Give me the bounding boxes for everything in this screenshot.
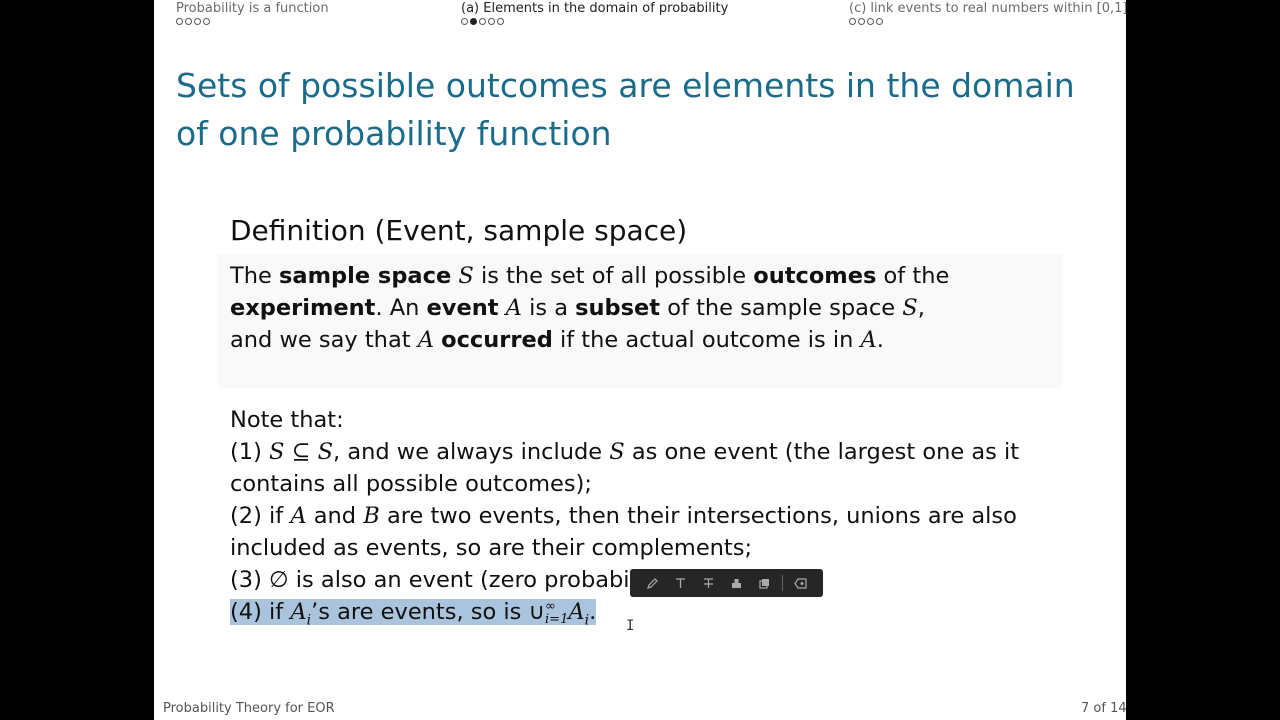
definition-body: The sample space S is the set of all pos… xyxy=(218,254,1062,388)
strikethrough-icon[interactable] xyxy=(694,569,722,597)
nav-dot[interactable] xyxy=(488,18,495,25)
nav-section-2[interactable]: (a) Elements in the domain of probabilit… xyxy=(461,0,728,25)
text: and xyxy=(306,503,364,529)
definition-line-2: experiment. An event A is a subset of th… xyxy=(230,292,1050,324)
nav-dots xyxy=(461,18,728,25)
note-item-1-cont: contains all possible outcomes); xyxy=(230,471,592,497)
text: (2) if xyxy=(230,503,291,529)
bold-term: subset xyxy=(575,295,661,321)
slide: Probability is a function (a) Elements i… xyxy=(154,0,1126,720)
math-symbol: S xyxy=(458,263,474,289)
bold-term: occurred xyxy=(441,327,553,353)
bold-term: experiment xyxy=(230,295,376,321)
annotation-toolbar xyxy=(630,569,823,597)
nav-dot[interactable] xyxy=(176,18,183,25)
pen-icon[interactable] xyxy=(638,569,666,597)
text-cursor-icon: I xyxy=(626,618,635,634)
bold-term: event xyxy=(426,295,499,321)
math-symbol: ∪ xyxy=(528,599,546,625)
tag-icon[interactable] xyxy=(787,569,815,597)
math-symbol: A xyxy=(417,327,434,353)
nav-dot[interactable] xyxy=(479,18,486,25)
nav-dot[interactable] xyxy=(867,18,874,25)
text-icon[interactable] xyxy=(666,569,694,597)
nav-dot[interactable] xyxy=(185,18,192,25)
nav-section-3[interactable]: (c) link events to real numbers within [… xyxy=(849,0,1126,25)
text: (3) xyxy=(230,567,270,593)
nav-dot-current[interactable] xyxy=(470,18,477,25)
definition-title: Definition (Event, sample space) xyxy=(230,214,688,247)
nav-section-title[interactable]: Probability is a function xyxy=(176,0,329,17)
math-symbol: A xyxy=(505,295,522,321)
text: and we say that xyxy=(230,327,418,353)
text: (4) if xyxy=(230,599,291,625)
math-symbol: A xyxy=(290,599,307,625)
nav-section-title[interactable]: (c) link events to real numbers within [… xyxy=(849,0,1126,17)
copy-icon[interactable] xyxy=(750,569,778,597)
math-symbol: S ⊆ S xyxy=(269,439,334,465)
nav-dot[interactable] xyxy=(876,18,883,25)
nav-dot[interactable] xyxy=(194,18,201,25)
frame-title: Sets of possible outcomes are elements i… xyxy=(176,66,1075,153)
nav-dots xyxy=(849,18,1126,25)
selected-text[interactable]: (4) if Ai’s are events, so is ∪ ∞ i=1 Ai. xyxy=(230,599,597,629)
nav-dot[interactable] xyxy=(461,18,468,25)
note-item-2: (2) if A and B are two events, then thei… xyxy=(230,500,1030,532)
text: , xyxy=(917,295,925,321)
math-symbol: ∅ xyxy=(269,567,289,593)
math-symbol: B xyxy=(363,503,380,529)
note-item-1: (1) S ⊆ S, and we always include S as on… xyxy=(230,436,1030,468)
nav-section-1[interactable]: Probability is a function xyxy=(176,0,329,25)
footer-title: Probability Theory for EOR xyxy=(163,701,335,716)
stamp-icon[interactable] xyxy=(722,569,750,597)
text: as one event (the largest one as it xyxy=(624,439,1020,465)
nav-section-title[interactable]: (a) Elements in the domain of probabilit… xyxy=(461,0,728,17)
text: is also an event (zero probabil xyxy=(288,567,636,593)
math-limits: ∞ i=1 xyxy=(545,600,568,626)
text: , and we always include xyxy=(333,439,610,465)
nav-dots xyxy=(176,18,329,25)
text: of the xyxy=(876,263,950,289)
bold-term: sample space xyxy=(279,263,452,289)
note-item-2-cont: included as events, so are their complem… xyxy=(230,535,753,561)
text: (1) xyxy=(230,439,270,465)
math-subscript: i=1 xyxy=(545,611,569,627)
toolbar-divider xyxy=(782,575,783,591)
text: The xyxy=(230,263,279,289)
definition-line-1: The sample space S is the set of all pos… xyxy=(230,260,1050,292)
text: is a xyxy=(521,295,576,321)
bold-term: outcomes xyxy=(753,263,877,289)
nav-dot[interactable] xyxy=(203,18,210,25)
math-symbol: A xyxy=(568,599,585,625)
math-symbol: S xyxy=(609,439,625,465)
text: is the set of all possible xyxy=(473,263,754,289)
definition-line-3: and we say that A occurred if the actual… xyxy=(230,324,1050,356)
note-intro: Note that: xyxy=(230,407,344,433)
text: ’s are events, so is xyxy=(311,599,529,625)
text: if the actual outcome is in xyxy=(552,327,861,353)
nav-dot[interactable] xyxy=(858,18,865,25)
nav-dot[interactable] xyxy=(497,18,504,25)
note-block: Note that: (1) S ⊆ S, and we always incl… xyxy=(230,404,1030,637)
page-number: 7 of 14 xyxy=(1081,701,1127,716)
math-symbol: S xyxy=(902,295,918,321)
text: . xyxy=(876,327,884,353)
text: of the sample space xyxy=(660,295,903,321)
math-symbol: A xyxy=(290,503,307,529)
nav-dot[interactable] xyxy=(849,18,856,25)
text: are two events, then their intersections… xyxy=(379,503,1017,529)
text: . An xyxy=(375,295,427,321)
text: . xyxy=(589,599,597,625)
math-symbol: A xyxy=(860,327,877,353)
math-superscript: ∞ xyxy=(545,598,556,614)
